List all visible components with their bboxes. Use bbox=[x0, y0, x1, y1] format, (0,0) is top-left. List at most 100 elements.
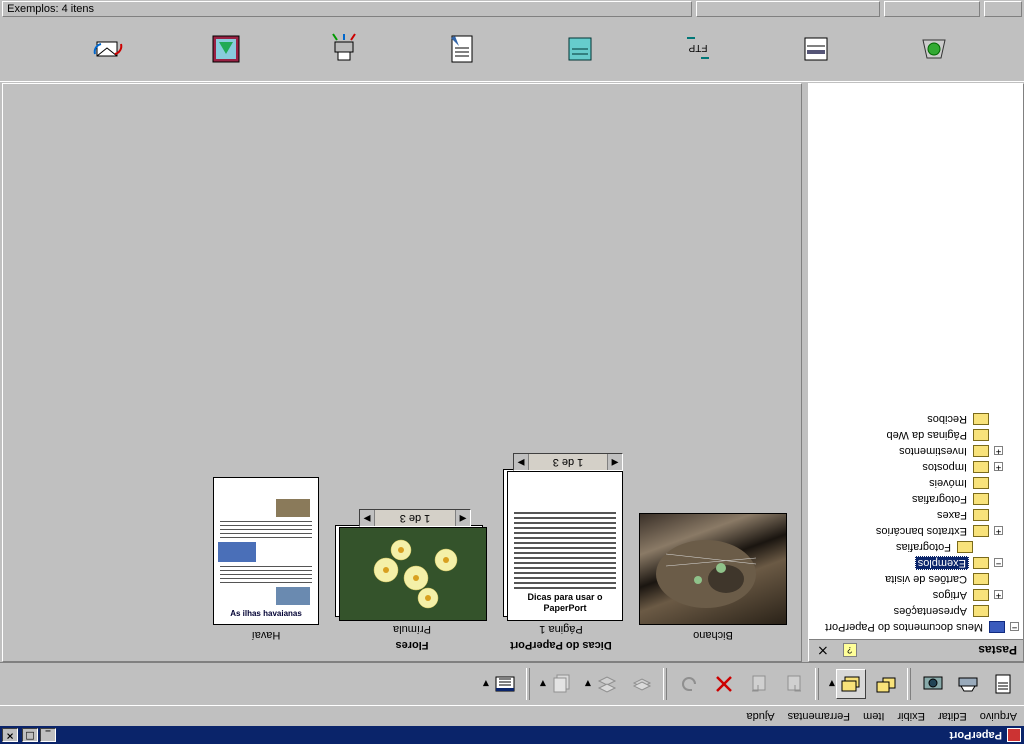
sendto-fax[interactable] bbox=[550, 30, 610, 70]
prev-page-icon[interactable]: ◀ bbox=[608, 454, 622, 470]
status-panel-small bbox=[984, 1, 1022, 17]
next-page-icon[interactable]: ▶ bbox=[360, 510, 374, 526]
menu-ferramentas[interactable]: Ferramentas bbox=[782, 710, 857, 722]
tree-node-label[interactable]: Apresentações bbox=[892, 605, 969, 617]
scan-button[interactable] bbox=[953, 669, 983, 699]
tree-node[interactable]: Recibos bbox=[809, 411, 1023, 427]
unstack-button[interactable] bbox=[592, 669, 622, 699]
page-navigator: ◀ 1 de 3 ▶ bbox=[513, 453, 623, 471]
tree-node[interactable]: Imóveis bbox=[809, 475, 1023, 491]
prev-page-icon[interactable]: ◀ bbox=[456, 510, 470, 526]
unstack-dropdown-arrow[interactable]: ▼ bbox=[583, 680, 591, 689]
tree-node-label[interactable]: Exemplos bbox=[914, 556, 969, 570]
folder-icon bbox=[989, 621, 1005, 633]
undo-button[interactable] bbox=[674, 669, 704, 699]
desktop-item-flores[interactable]: Flores Prímula ◀ 1 de 3 ▶ bbox=[331, 501, 487, 651]
tree-node[interactable]: − Exemplos bbox=[809, 555, 1023, 571]
tree-node-label[interactable]: Cartões de visita bbox=[883, 573, 969, 585]
sendto-printer[interactable] bbox=[314, 30, 374, 70]
folder-icon bbox=[973, 557, 989, 569]
folder-view-button[interactable] bbox=[871, 669, 901, 699]
tree-node[interactable]: + Investimentos bbox=[809, 443, 1023, 459]
menu-arquivo[interactable]: Arquivo bbox=[974, 710, 1024, 722]
camera-button[interactable] bbox=[918, 669, 948, 699]
toolbar-separator bbox=[663, 668, 667, 700]
tree-node-label[interactable]: Meus documentos do PaperPort bbox=[823, 621, 985, 633]
delete-icon bbox=[716, 676, 732, 692]
tree-node[interactable]: + Artigos bbox=[809, 587, 1023, 603]
expand-icon[interactable]: + bbox=[994, 590, 1003, 601]
desktop-view-button[interactable] bbox=[836, 669, 866, 699]
desktop-item-dicas[interactable]: Dicas do PaperPort Página 1 Dicas para u… bbox=[499, 451, 623, 651]
help-icon[interactable]: ? bbox=[842, 643, 857, 658]
sendto-word[interactable] bbox=[432, 30, 492, 70]
tree-node-label[interactable]: Artigos bbox=[931, 589, 969, 601]
tree-node-label[interactable]: Fotografias bbox=[910, 493, 969, 505]
sendto-recycle[interactable] bbox=[904, 30, 964, 70]
toolbar-separator bbox=[526, 668, 530, 700]
expand-icon[interactable]: + bbox=[994, 526, 1003, 537]
tree-node[interactable]: Fotografias bbox=[809, 491, 1023, 507]
desktop-item-havai[interactable]: Havaí As ilhas havaianas bbox=[211, 461, 319, 641]
close-window-button[interactable]: × bbox=[2, 728, 18, 742]
folder-icon bbox=[973, 605, 989, 617]
tree-node[interactable]: Fotografias bbox=[809, 539, 1023, 555]
tree-node-label[interactable]: Investimentos bbox=[897, 445, 969, 457]
doc-heading: Dicas para usar o PaperPort bbox=[527, 592, 603, 613]
page-button[interactable] bbox=[547, 669, 577, 699]
tree-node[interactable]: Páginas da Web bbox=[809, 427, 1023, 443]
tree-node[interactable]: + Impostos bbox=[809, 459, 1023, 475]
tree-node-label[interactable]: Faxes bbox=[935, 509, 969, 521]
tree-node-label[interactable]: Recibos bbox=[925, 413, 969, 425]
status-bar: Exemplos: 4 itens bbox=[0, 0, 1024, 18]
rotate-right-button[interactable] bbox=[744, 669, 774, 699]
collapse-icon[interactable]: − bbox=[1010, 622, 1019, 633]
email-icon bbox=[93, 42, 123, 57]
collapse-icon[interactable]: − bbox=[994, 558, 1003, 569]
tree-node[interactable]: + Extratos bancários bbox=[809, 523, 1023, 539]
item-title: Dicas do PaperPort bbox=[510, 639, 612, 651]
sendto-ftp[interactable]: FTP bbox=[668, 30, 728, 70]
delete-button[interactable] bbox=[709, 669, 739, 699]
flower-photo-thumbnail bbox=[339, 527, 487, 621]
stack-button[interactable] bbox=[627, 669, 657, 699]
tree-node[interactable]: Faxes bbox=[809, 507, 1023, 523]
sendto-email[interactable] bbox=[78, 30, 138, 70]
desktop-item-bichano[interactable]: Bichano bbox=[637, 513, 787, 641]
stack-icon bbox=[632, 678, 652, 691]
new-document-button[interactable] bbox=[988, 669, 1018, 699]
folder-icon bbox=[957, 541, 973, 553]
tree-node[interactable]: Cartões de visita bbox=[809, 571, 1023, 587]
tree-node-label[interactable]: Páginas da Web bbox=[884, 429, 969, 441]
expand-icon[interactable]: + bbox=[994, 446, 1003, 457]
menu-editar[interactable]: Editar bbox=[932, 710, 974, 722]
rotate-left-icon bbox=[787, 675, 801, 692]
photo-editor-icon bbox=[212, 36, 240, 63]
details-dropdown-arrow[interactable]: ▼ bbox=[481, 680, 489, 689]
tree-node[interactable]: − Meus documentos do PaperPort bbox=[809, 619, 1023, 635]
scanner-icon bbox=[804, 38, 828, 61]
restore-button[interactable]: □ bbox=[22, 728, 38, 742]
expand-icon[interactable]: + bbox=[994, 462, 1003, 473]
menu-exibir[interactable]: Exibir bbox=[891, 710, 932, 722]
pane-splitter[interactable] bbox=[802, 83, 808, 662]
rotate-right-icon bbox=[752, 675, 766, 692]
tree-node-label[interactable]: Fotografias bbox=[894, 541, 953, 553]
close-pane-button[interactable]: × bbox=[817, 643, 829, 659]
sendto-photo-editor[interactable] bbox=[196, 30, 256, 70]
tree-node[interactable]: Apresentações bbox=[809, 603, 1023, 619]
folder-icon bbox=[973, 445, 989, 457]
tree-node-label[interactable]: Impostos bbox=[920, 461, 969, 473]
view-dropdown-arrow[interactable]: ▼ bbox=[827, 680, 835, 689]
details-view-button[interactable] bbox=[490, 669, 520, 699]
next-page-icon[interactable]: ▶ bbox=[514, 454, 528, 470]
minimize-button[interactable]: _ bbox=[40, 728, 56, 742]
menu-ajuda[interactable]: Ajuda bbox=[741, 710, 782, 722]
sendto-scanner[interactable] bbox=[786, 30, 846, 70]
rotate-left-button[interactable] bbox=[779, 669, 809, 699]
page-dropdown-arrow[interactable]: ▼ bbox=[538, 680, 546, 689]
tree-node-label[interactable]: Extratos bancários bbox=[874, 525, 969, 537]
menu-item[interactable]: Item bbox=[857, 710, 891, 722]
item-subtitle: Havaí bbox=[251, 629, 281, 641]
tree-node-label[interactable]: Imóveis bbox=[927, 477, 969, 489]
